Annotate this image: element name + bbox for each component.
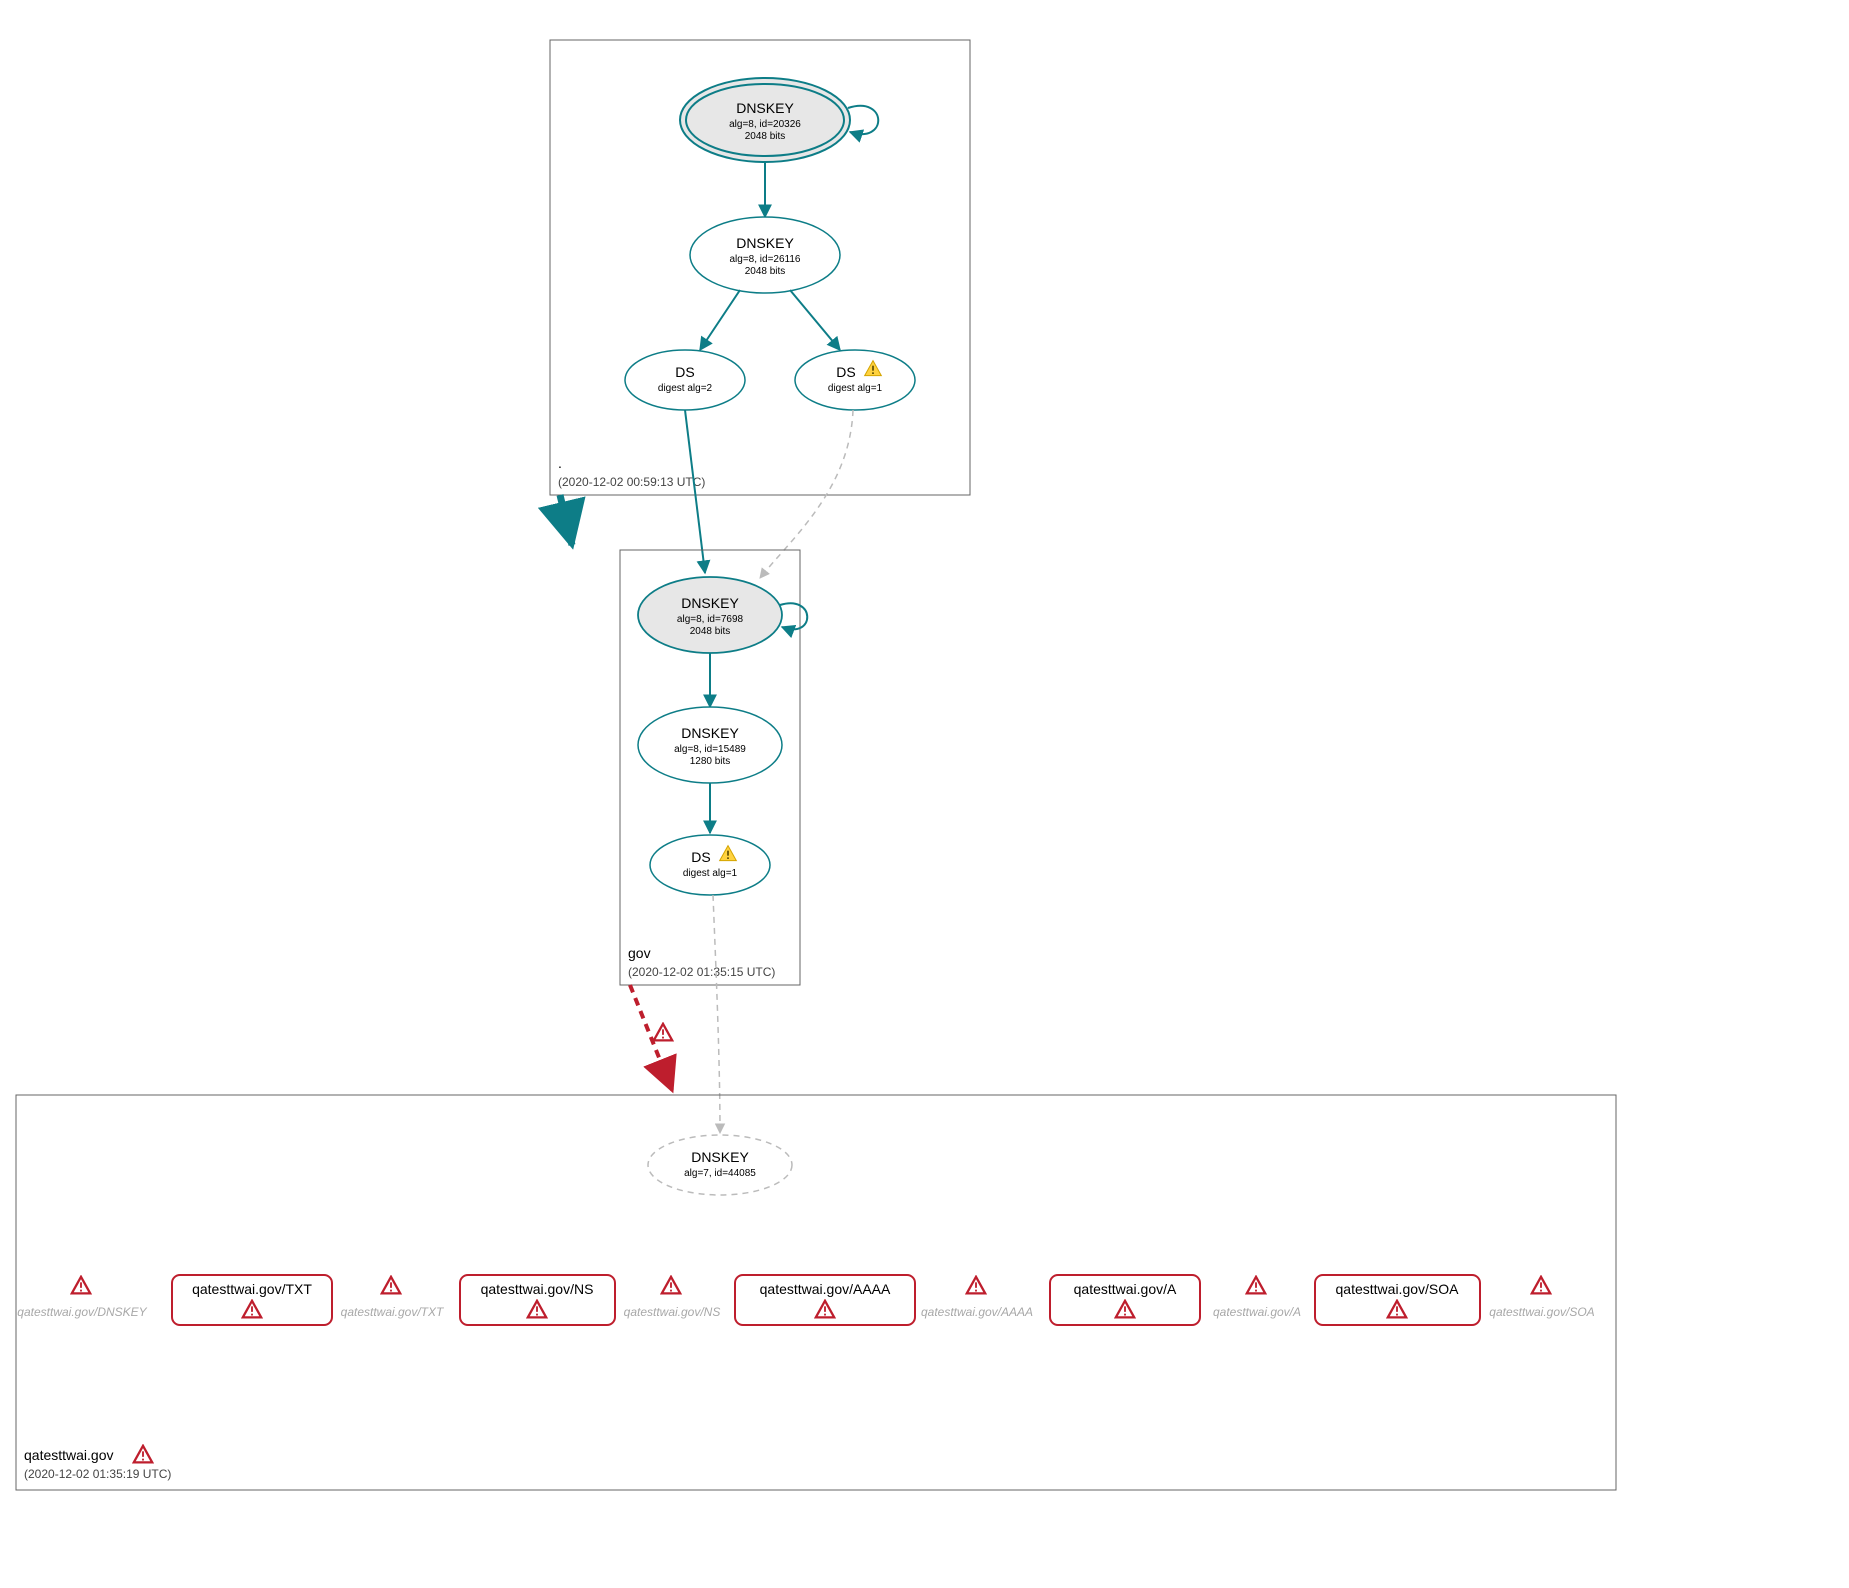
zone-gov-name: gov [628, 945, 651, 961]
gov-ds-node[interactable]: DS digest alg=1 [650, 835, 770, 895]
edge-rootzsk-ds2 [790, 290, 840, 350]
svg-text:DS: DS [675, 364, 694, 380]
rrset-txt[interactable]: qatesttwai.gov/TXT [172, 1275, 332, 1325]
zone-root-ts: (2020-12-02 00:59:13 UTC) [558, 475, 705, 489]
root-zsk-node[interactable]: DNSKEY alg=8, id=26116 2048 bits [690, 217, 840, 293]
svg-text:qatesttwai.gov/A: qatesttwai.gov/A [1074, 1281, 1177, 1297]
root-ksk-node[interactable]: DNSKEY alg=8, id=20326 2048 bits [680, 78, 850, 162]
edge-govds-leafkey [713, 895, 720, 1133]
svg-text:qatesttwai.gov/TXT: qatesttwai.gov/TXT [192, 1281, 312, 1297]
warning-icon [1532, 1277, 1550, 1294]
gov-ksk-node[interactable]: DNSKEY alg=8, id=7698 2048 bits [638, 577, 782, 653]
zone-leaf: qatesttwai.gov (2020-12-02 01:35:19 UTC)… [16, 1095, 1616, 1490]
edge-ds2-govksk [760, 410, 853, 578]
warning-icon [662, 1277, 680, 1294]
svg-text:DS: DS [691, 849, 710, 865]
svg-text:qatesttwai.gov/TXT: qatesttwai.gov/TXT [341, 1305, 445, 1319]
dnssec-graph: . (2020-12-02 00:59:13 UTC) DNSKEY alg=8… [0, 0, 1849, 1588]
zone-root: . (2020-12-02 00:59:13 UTC) DNSKEY alg=8… [550, 40, 970, 495]
ghost-txt: qatesttwai.gov/TXT [341, 1277, 445, 1319]
svg-text:qatesttwai.gov/NS: qatesttwai.gov/NS [481, 1281, 594, 1297]
warning-icon [654, 1024, 672, 1041]
warning-icon [967, 1277, 985, 1294]
root-ds1-node[interactable]: DS digest alg=2 [625, 350, 745, 410]
ghost-ns: qatesttwai.gov/NS [624, 1277, 721, 1319]
warning-icon [1247, 1277, 1265, 1294]
svg-text:alg=8, id=26116: alg=8, id=26116 [730, 254, 801, 265]
gov-zsk-node[interactable]: DNSKEY alg=8, id=15489 1280 bits [638, 707, 782, 783]
edge-root-gov-delegation [560, 495, 572, 545]
svg-text:qatesttwai.gov/SOA: qatesttwai.gov/SOA [1336, 1281, 1460, 1297]
leaf-key-node[interactable]: DNSKEY alg=7, id=44085 [648, 1135, 792, 1195]
svg-text:DS: DS [836, 364, 855, 380]
rrset-ns[interactable]: qatesttwai.gov/NS [460, 1275, 615, 1325]
svg-text:DNSKEY: DNSKEY [691, 1149, 749, 1165]
edge-rootzsk-ds1 [700, 290, 740, 350]
svg-text:alg=7, id=44085: alg=7, id=44085 [684, 1168, 756, 1179]
zone-leaf-ts: (2020-12-02 01:35:19 UTC) [24, 1467, 171, 1481]
zone-root-name: . [558, 455, 562, 471]
rrset-aaaa[interactable]: qatesttwai.gov/AAAA [735, 1275, 915, 1325]
svg-text:2048 bits: 2048 bits [745, 131, 786, 142]
root-ksk-title: DNSKEY [736, 100, 794, 116]
svg-text:digest alg=1: digest alg=1 [683, 868, 738, 879]
svg-text:qatesttwai.gov/AAAA: qatesttwai.gov/AAAA [921, 1305, 1033, 1319]
svg-text:2048 bits: 2048 bits [745, 266, 786, 277]
svg-text:DNSKEY: DNSKEY [681, 725, 739, 741]
warning-icon [134, 1446, 152, 1463]
svg-text:DNSKEY: DNSKEY [736, 235, 794, 251]
zone-gov-ts: (2020-12-02 01:35:15 UTC) [628, 965, 775, 979]
gov-ksk-selfloop [780, 603, 807, 629]
svg-text:qatesttwai.gov/AAAA: qatesttwai.gov/AAAA [760, 1281, 891, 1297]
root-ksk-selfloop [848, 106, 878, 134]
svg-text:alg=8, id=20326: alg=8, id=20326 [729, 119, 801, 130]
svg-text:qatesttwai.gov/DNSKEY: qatesttwai.gov/DNSKEY [17, 1305, 147, 1319]
svg-text:digest alg=1: digest alg=1 [828, 383, 883, 394]
rrset-a[interactable]: qatesttwai.gov/A [1050, 1275, 1200, 1325]
ghost-soa: qatesttwai.gov/SOA [1489, 1277, 1594, 1319]
svg-text:digest alg=2: digest alg=2 [658, 383, 713, 394]
zone-leaf-name: qatesttwai.gov [24, 1447, 114, 1463]
edge-ds1-govksk [685, 410, 705, 573]
ghost-a: qatesttwai.gov/A [1213, 1277, 1301, 1319]
svg-text:qatesttwai.gov/A: qatesttwai.gov/A [1213, 1305, 1301, 1319]
svg-text:qatesttwai.gov/SOA: qatesttwai.gov/SOA [1489, 1305, 1594, 1319]
svg-text:alg=8, id=7698: alg=8, id=7698 [677, 614, 744, 625]
svg-text:qatesttwai.gov/NS: qatesttwai.gov/NS [624, 1305, 721, 1319]
warning-icon [382, 1277, 400, 1294]
svg-text:DNSKEY: DNSKEY [681, 595, 739, 611]
rrset-soa[interactable]: qatesttwai.gov/SOA [1315, 1275, 1480, 1325]
root-ds2-node[interactable]: DS digest alg=1 [795, 350, 915, 410]
svg-text:1280 bits: 1280 bits [690, 756, 731, 767]
svg-text:2048 bits: 2048 bits [690, 626, 731, 637]
svg-text:alg=8, id=15489: alg=8, id=15489 [674, 744, 746, 755]
ghost-dnskey: qatesttwai.gov/DNSKEY [17, 1277, 147, 1319]
warning-icon [72, 1277, 90, 1294]
ghost-aaaa: qatesttwai.gov/AAAA [921, 1277, 1033, 1319]
